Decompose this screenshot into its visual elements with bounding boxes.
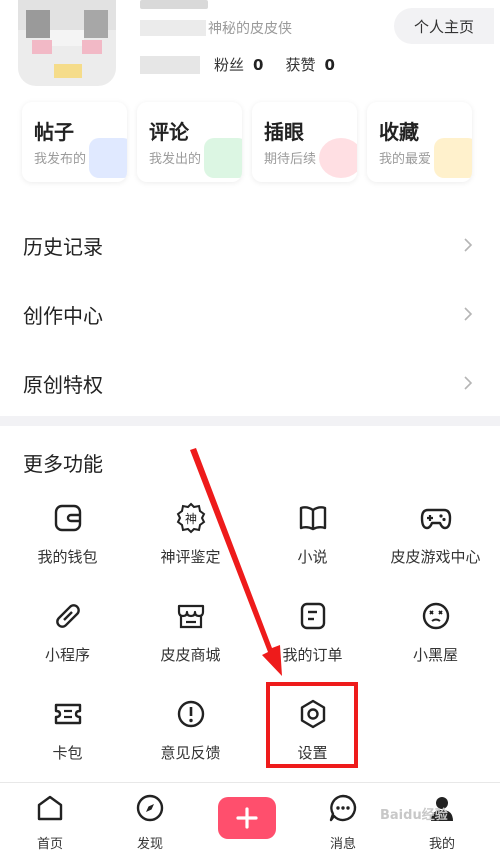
chevron-right-icon bbox=[464, 307, 473, 321]
message-icon bbox=[329, 794, 357, 822]
user-info-blurred bbox=[140, 56, 200, 74]
watermark: Baidu经验 bbox=[380, 808, 448, 823]
fans-stat[interactable]: 粉丝 0 bbox=[214, 54, 263, 75]
menu-row-creation[interactable]: 创作中心 bbox=[0, 281, 500, 347]
section-title: 更多功能 bbox=[23, 452, 103, 476]
svg-text:神: 神 bbox=[185, 512, 197, 526]
tab-discover[interactable]: 发现 bbox=[120, 789, 180, 852]
plus-icon bbox=[236, 807, 258, 829]
avatar[interactable] bbox=[18, 0, 116, 86]
username-blurred bbox=[140, 0, 208, 9]
quick-cards: 帖子 我发布的 评论 我发出的 插眼 期待后续 收藏 我的最爱 bbox=[22, 102, 472, 182]
book-icon bbox=[299, 506, 327, 531]
tab-messages[interactable]: 消息 bbox=[313, 789, 373, 852]
compass-icon bbox=[136, 794, 164, 822]
menu-row-original[interactable]: 原创特权 bbox=[0, 350, 500, 416]
quick-card-posts[interactable]: 帖子 我发布的 bbox=[22, 102, 127, 182]
ticket-icon bbox=[54, 703, 82, 725]
profile-home-button[interactable]: 个人主页 bbox=[394, 8, 494, 44]
order-icon bbox=[300, 602, 326, 630]
posts-decoration-icon bbox=[89, 138, 127, 178]
user-stats: 粉丝 0 获赞 0 bbox=[214, 54, 335, 75]
chevron-right-icon bbox=[464, 376, 473, 390]
grid-item-card-pack[interactable]: 卡包 bbox=[5, 698, 130, 778]
shen-badge-icon: 神 bbox=[176, 502, 206, 534]
grid-item-novel[interactable]: 小说 bbox=[250, 502, 375, 582]
gamepad-icon bbox=[420, 508, 452, 530]
annotation-highlight-box bbox=[266, 682, 358, 768]
quick-card-favorites[interactable]: 收藏 我的最爱 bbox=[367, 102, 472, 182]
grid-item-game-center[interactable]: 皮皮游戏中心 bbox=[373, 502, 498, 582]
grid-item-shen[interactable]: 神 神评鉴定 bbox=[128, 502, 253, 582]
profile-card: 神秘的皮皮侠 粉丝 0 获赞 0 个人主页 帖子 我发布的 评论 我发出的 插眼 期… bbox=[0, 0, 500, 416]
wallet-icon bbox=[54, 504, 82, 532]
face-icon bbox=[422, 602, 450, 630]
link-icon bbox=[56, 604, 80, 628]
quick-card-bookmark[interactable]: 插眼 期待后续 bbox=[252, 102, 357, 182]
home-icon bbox=[37, 795, 63, 821]
store-icon bbox=[177, 604, 205, 629]
grid-item-orders[interactable]: 我的订单 bbox=[250, 600, 375, 680]
tab-home[interactable]: 首页 bbox=[20, 789, 80, 852]
eye-decoration-icon bbox=[319, 138, 357, 178]
grid-item-wallet[interactable]: 我的钱包 bbox=[5, 502, 130, 582]
chevron-right-icon bbox=[464, 238, 473, 252]
user-motto: 神秘的皮皮侠 bbox=[208, 21, 292, 37]
grid-item-feedback[interactable]: 意见反馈 bbox=[128, 698, 253, 778]
grid-item-mall[interactable]: 皮皮商城 bbox=[128, 600, 253, 680]
quick-card-comments[interactable]: 评论 我发出的 bbox=[137, 102, 242, 182]
more-functions-card: 更多功能 我的钱包 神 神评鉴定 小说 皮皮游戏中心 小程序 皮皮商城 我的订单… bbox=[0, 426, 500, 782]
grid-item-blackroom[interactable]: 小黑屋 bbox=[373, 600, 498, 680]
publish-plus-button[interactable] bbox=[218, 797, 276, 839]
feedback-icon bbox=[177, 700, 205, 728]
menu-row-history[interactable]: 历史记录 bbox=[0, 212, 500, 278]
likes-stat[interactable]: 获赞 0 bbox=[285, 54, 334, 75]
grid-item-miniprogram[interactable]: 小程序 bbox=[5, 600, 130, 680]
star-decoration-icon bbox=[434, 138, 472, 178]
comments-decoration-icon bbox=[204, 138, 242, 178]
user-id-blurred bbox=[140, 20, 206, 36]
